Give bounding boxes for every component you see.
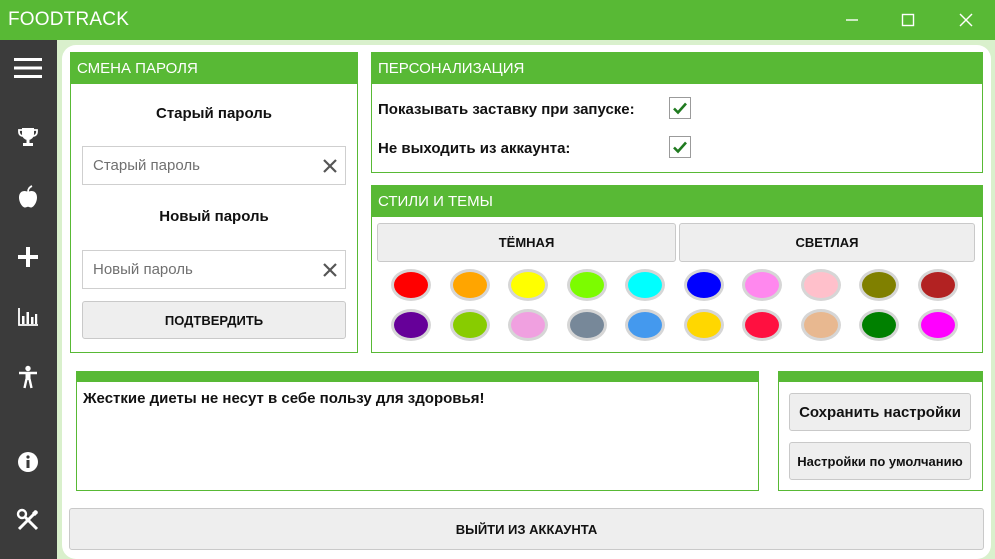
title-bar: FOODTRACK (0, 0, 995, 40)
new-password-field (82, 250, 346, 289)
splash-checkbox[interactable] (669, 97, 691, 119)
color-swatch[interactable] (683, 269, 724, 301)
tip-text: Жесткие диеты не несут в себе пользу для… (83, 390, 485, 407)
color-swatch[interactable] (566, 309, 607, 341)
checkmark-icon (673, 102, 687, 115)
themes-panel-header: СТИЛИ И ТЕМЫ (372, 186, 982, 217)
close-button[interactable] (952, 6, 980, 34)
app-title: FOODTRACK (8, 9, 130, 30)
clear-new-password-icon[interactable] (320, 260, 340, 280)
old-password-field (82, 146, 346, 185)
default-settings-button[interactable]: Настройки по умолчанию (789, 442, 971, 480)
password-panel-header: СМЕНА ПАРОЛЯ (71, 53, 357, 84)
color-swatch[interactable] (391, 269, 431, 301)
old-password-input[interactable] (83, 147, 313, 184)
color-swatch[interactable] (391, 309, 431, 341)
actions-panel-strip (779, 372, 982, 382)
color-swatch[interactable] (859, 269, 899, 301)
confirm-password-button[interactable]: ПОДТВЕРДИТЬ (82, 301, 346, 339)
bar-chart-icon[interactable] (11, 300, 45, 334)
splash-option-label: Показывать заставку при запуске: (378, 101, 635, 118)
personalization-panel: ПЕРСОНАЛИЗАЦИЯ Показывать заставку при з… (371, 52, 983, 173)
apple-icon[interactable] (11, 180, 45, 214)
tools-icon[interactable] (11, 503, 45, 537)
password-panel: СМЕНА ПАРОЛЯ Старый пароль Новый пароль … (70, 52, 358, 353)
color-swatch[interactable] (508, 309, 548, 341)
minimize-button[interactable] (838, 6, 866, 34)
color-swatch[interactable] (800, 309, 841, 341)
old-password-label: Старый пароль (156, 105, 272, 122)
themes-panel: СТИЛИ И ТЕМЫ ТЁМНАЯ СВЕТЛАЯ (371, 185, 983, 353)
color-swatch[interactable] (449, 309, 490, 341)
color-swatch[interactable] (566, 269, 607, 301)
color-swatch[interactable] (800, 269, 841, 301)
color-swatch[interactable] (625, 309, 665, 341)
color-swatch[interactable] (742, 269, 782, 301)
checkmark-icon (673, 141, 687, 154)
info-icon[interactable] (11, 445, 45, 479)
stay-logged-in-label: Не выходить из аккаунта: (378, 140, 571, 157)
color-swatch[interactable] (742, 309, 782, 341)
trophy-icon[interactable] (11, 120, 45, 154)
menu-icon[interactable] (11, 51, 45, 85)
tip-panel-strip (77, 372, 758, 382)
save-settings-button[interactable]: Сохранить настройки (789, 393, 971, 431)
dark-theme-button[interactable]: ТЁМНАЯ (377, 223, 676, 262)
close-icon (959, 13, 973, 27)
minimize-icon (846, 19, 858, 21)
color-swatch[interactable] (508, 269, 548, 301)
new-password-label: Новый пароль (159, 208, 269, 225)
color-swatch[interactable] (683, 309, 724, 341)
new-password-input[interactable] (83, 251, 313, 288)
personalization-panel-header: ПЕРСОНАЛИЗАЦИЯ (372, 53, 982, 84)
color-swatch[interactable] (625, 269, 665, 301)
logout-button[interactable]: ВЫЙТИ ИЗ АККАУНТА (69, 508, 984, 550)
color-swatch[interactable] (449, 269, 490, 301)
actions-panel: Сохранить настройки Настройки по умолчан… (778, 371, 983, 491)
light-theme-button[interactable]: СВЕТЛАЯ (679, 223, 975, 262)
clear-old-password-icon[interactable] (320, 156, 340, 176)
tip-panel: Жесткие диеты не несут в себе пользу для… (76, 371, 759, 491)
color-swatch[interactable] (917, 269, 958, 301)
person-icon[interactable] (11, 360, 45, 394)
plus-icon[interactable] (11, 240, 45, 274)
maximize-button[interactable] (894, 6, 922, 34)
color-swatch[interactable] (859, 309, 899, 341)
content-area: СМЕНА ПАРОЛЯ Старый пароль Новый пароль … (57, 40, 995, 559)
stay-logged-in-checkbox[interactable] (669, 136, 691, 158)
color-swatch[interactable] (917, 309, 958, 341)
sidebar (0, 40, 57, 559)
content-card: СМЕНА ПАРОЛЯ Старый пароль Новый пароль … (62, 45, 991, 559)
maximize-icon (901, 13, 915, 27)
